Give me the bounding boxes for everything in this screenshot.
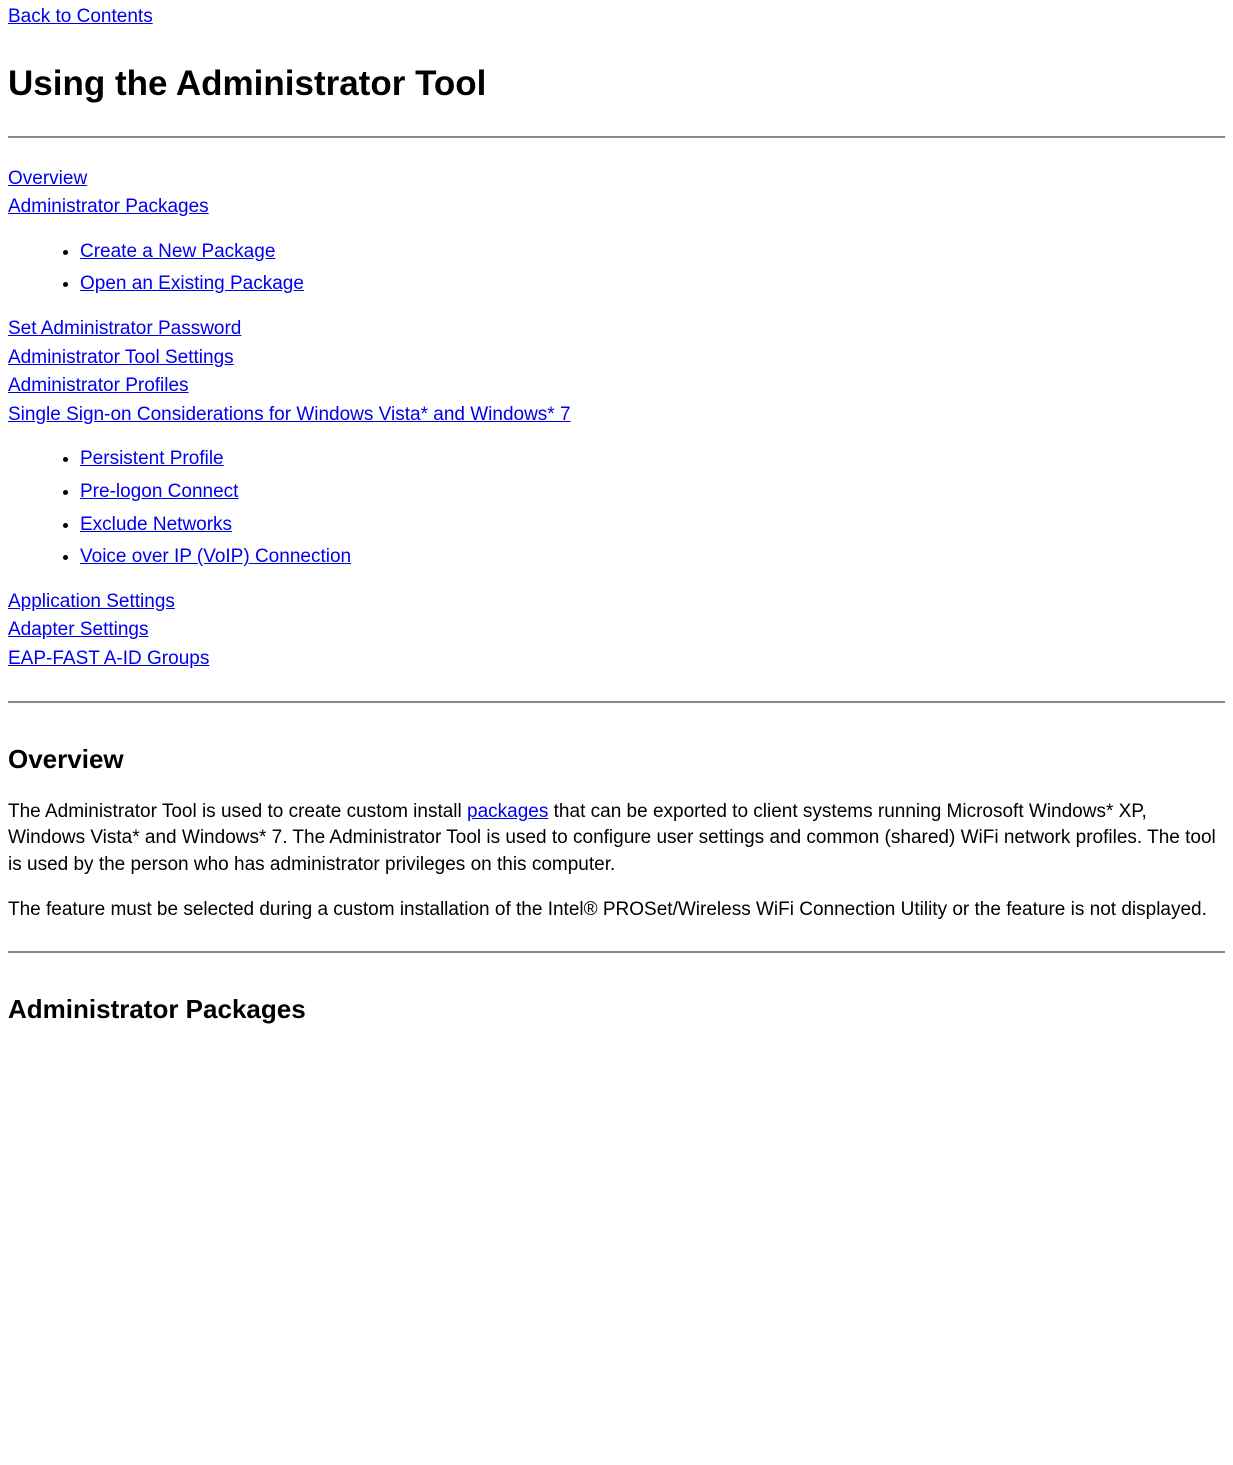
toc-overview-link[interactable]: Overview bbox=[8, 168, 87, 189]
toc-prelogon-connect-link[interactable]: Pre-logon Connect bbox=[80, 481, 238, 502]
toc-admin-packages-link[interactable]: Administrator Packages bbox=[8, 196, 209, 217]
toc-single-sign-on-link[interactable]: Single Sign-on Considerations for Window… bbox=[8, 404, 571, 425]
page-title: Using the Administrator Tool bbox=[8, 59, 1225, 108]
packages-inline-link[interactable]: packages bbox=[467, 801, 548, 822]
overview-paragraph-1: The Administrator Tool is used to create… bbox=[8, 799, 1225, 879]
toc-block-3: Application Settings Adapter Settings EA… bbox=[8, 589, 1225, 673]
toc-block-2: Set Administrator Password Administrator… bbox=[8, 316, 1225, 428]
toc-admin-profiles-link[interactable]: Administrator Profiles bbox=[8, 375, 189, 396]
back-to-contents-link[interactable]: Back to Contents bbox=[8, 4, 153, 31]
toc-voip-connection-link[interactable]: Voice over IP (VoIP) Connection bbox=[80, 546, 351, 567]
toc-packages-sublist: Create a New Package Open an Existing Pa… bbox=[8, 239, 1225, 298]
toc-profiles-sublist: Persistent Profile Pre-logon Connect Exc… bbox=[8, 446, 1225, 570]
divider bbox=[8, 951, 1225, 953]
list-item: Create a New Package bbox=[80, 239, 1225, 266]
list-item: Voice over IP (VoIP) Connection bbox=[80, 544, 1225, 571]
divider bbox=[8, 701, 1225, 703]
list-item: Persistent Profile bbox=[80, 446, 1225, 473]
toc-open-package-link[interactable]: Open an Existing Package bbox=[80, 273, 304, 294]
toc-persistent-profile-link[interactable]: Persistent Profile bbox=[80, 448, 224, 469]
overview-heading: Overview bbox=[8, 741, 1225, 777]
divider bbox=[8, 136, 1225, 138]
toc-eap-fast-link[interactable]: EAP-FAST A-ID Groups bbox=[8, 648, 209, 669]
admin-packages-heading: Administrator Packages bbox=[8, 991, 1225, 1027]
overview-paragraph-2: The feature must be selected during a cu… bbox=[8, 897, 1225, 924]
toc-set-admin-password-link[interactable]: Set Administrator Password bbox=[8, 318, 241, 339]
toc-exclude-networks-link[interactable]: Exclude Networks bbox=[80, 514, 232, 535]
toc-block-1: Overview Administrator Packages bbox=[8, 166, 1225, 221]
toc-admin-tool-settings-link[interactable]: Administrator Tool Settings bbox=[8, 347, 234, 368]
list-item: Pre-logon Connect bbox=[80, 479, 1225, 506]
toc-create-package-link[interactable]: Create a New Package bbox=[80, 241, 275, 262]
toc-app-settings-link[interactable]: Application Settings bbox=[8, 591, 175, 612]
list-item: Open an Existing Package bbox=[80, 271, 1225, 298]
toc-adapter-settings-link[interactable]: Adapter Settings bbox=[8, 619, 148, 640]
list-item: Exclude Networks bbox=[80, 512, 1225, 539]
overview-p1-pre: The Administrator Tool is used to create… bbox=[8, 801, 467, 822]
